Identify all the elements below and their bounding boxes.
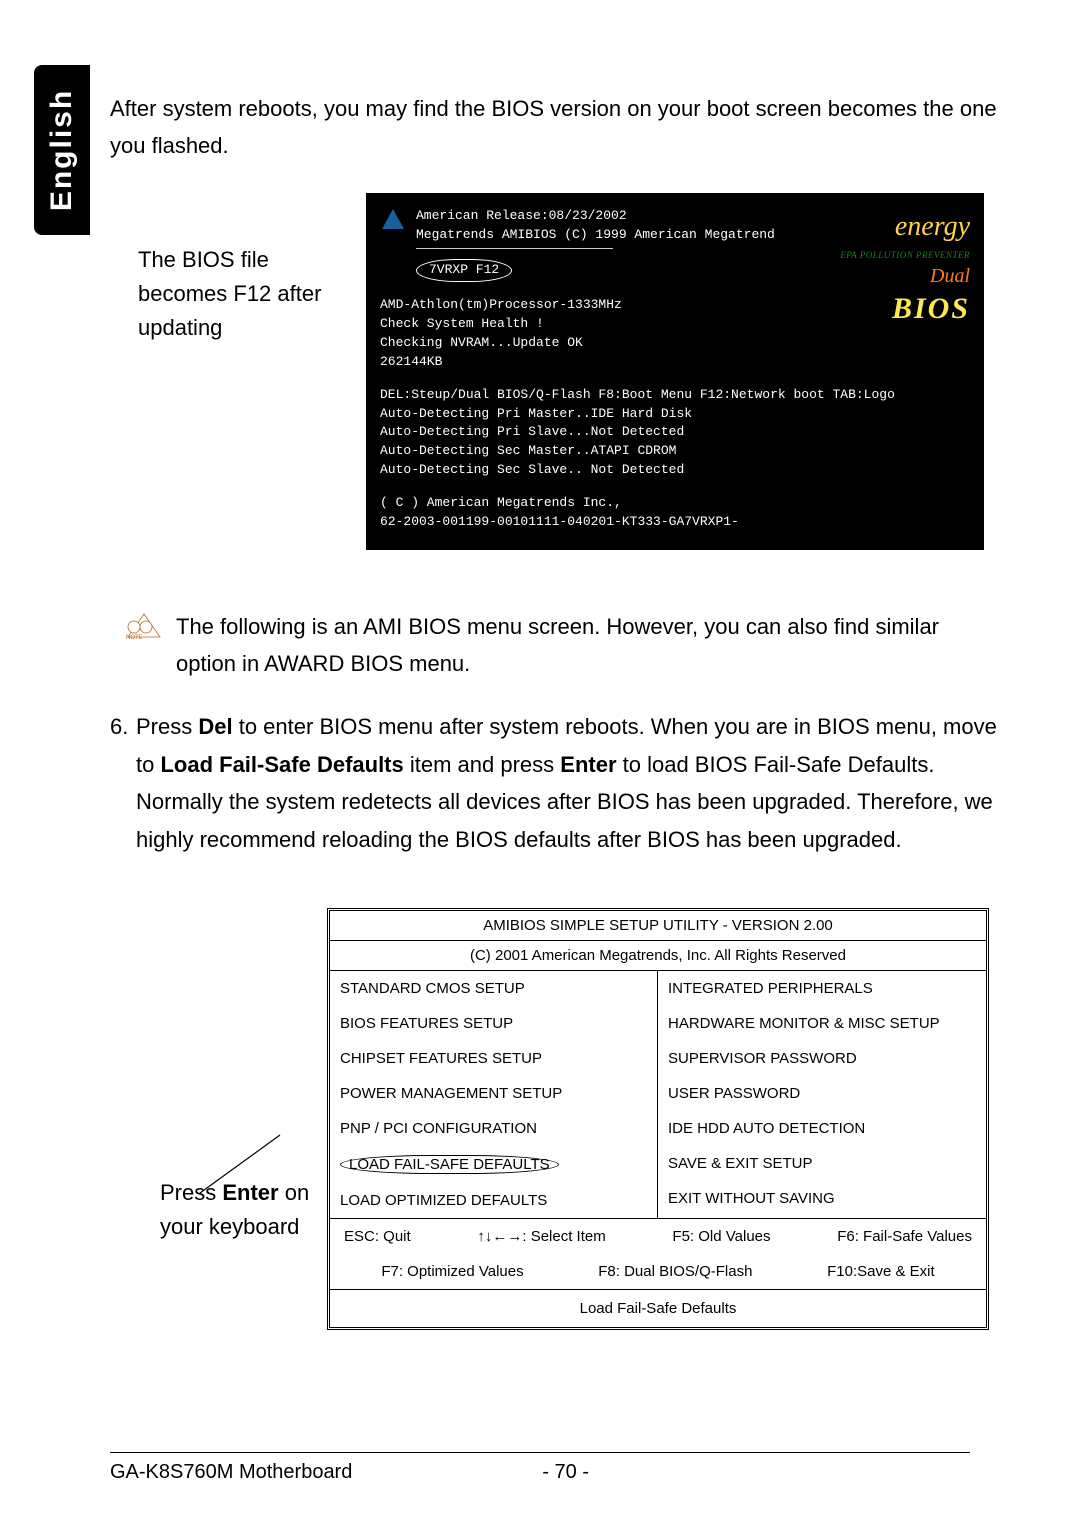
ami-title2: (C) 2001 American Megatrends, Inc. All R…: [330, 941, 986, 971]
boot-del-line: DEL:Steup/Dual BIOS/Q-Flash F8:Boot Menu…: [380, 386, 970, 405]
boot-screen-callout: The BIOS file becomes F12 after updating…: [138, 193, 1020, 550]
menu-item[interactable]: HARDWARE MONITOR & MISC SETUP: [658, 1006, 986, 1041]
press-enter-label: Press Enter on your keyboard: [160, 908, 315, 1244]
boot-det2: Auto-Detecting Pri Slave...Not Detected: [380, 423, 970, 442]
load-failsafe-label: Load Fail-Safe Defaults: [160, 752, 403, 777]
f10-hint: F10:Save & Exit: [827, 1263, 935, 1280]
menu-item[interactable]: POWER MANAGEMENT SETUP: [330, 1076, 657, 1111]
del-key: Del: [198, 714, 232, 739]
page-number: - 70 -: [542, 1461, 589, 1484]
menu-item[interactable]: SUPERVISOR PASSWORD: [658, 1041, 986, 1076]
menu-item[interactable]: BIOS FEATURES SETUP: [330, 1006, 657, 1041]
intro-paragraph: After system reboots, you may find the B…: [110, 90, 1020, 165]
ami-footer: Load Fail-Safe Defaults: [330, 1289, 986, 1327]
page-footer: GA-K8S760M Motherboard - 70 -: [110, 1452, 970, 1484]
menu-item[interactable]: INTEGRATED PERIPHERALS: [658, 971, 986, 1006]
boot-det4: Auto-Detecting Sec Slave.. Not Detected: [380, 461, 970, 480]
boot-mem: 262144KB: [380, 353, 970, 372]
enter-key-label: Enter: [222, 1180, 278, 1205]
menu-item[interactable]: CHIPSET FEATURES SETUP: [330, 1041, 657, 1076]
f8-hint: F8: Dual BIOS/Q-Flash: [598, 1263, 752, 1280]
esc-hint: ESC: Quit: [344, 1228, 411, 1245]
menu-item[interactable]: EXIT WITHOUT SAVING: [658, 1181, 986, 1216]
boot-vendor-line2: Megatrends AMIBIOS (C) 1999 American Meg…: [416, 226, 775, 245]
boot-det1: Auto-Detecting Pri Master..IDE Hard Disk: [380, 405, 970, 424]
menu-item-load-failsafe[interactable]: LOAD FAIL-SAFE DEFAULTS: [330, 1146, 657, 1183]
language-label: English: [45, 89, 79, 211]
ami-key-row1: ESC: Quit ↑↓←→: Select Item F5: Old Valu…: [330, 1218, 986, 1254]
menu-item[interactable]: IDE HDD AUTO DETECTION: [658, 1111, 986, 1146]
boot-screen: American Release:08/23/2002 Megatrends A…: [366, 193, 984, 550]
nav-hint: ↑↓←→: Select Item: [477, 1228, 605, 1245]
bios-menu-block: Press Enter on your keyboard AMIBIOS SIM…: [160, 908, 1020, 1330]
ami-bios-menu: AMIBIOS SIMPLE SETUP UTILITY - VERSION 2…: [327, 908, 989, 1330]
ami-right-col: INTEGRATED PERIPHERALS HARDWARE MONITOR …: [658, 971, 986, 1218]
f5-hint: F5: Old Values: [672, 1228, 770, 1245]
menu-item[interactable]: STANDARD CMOS SETUP: [330, 971, 657, 1006]
f7-hint: F7: Optimized Values: [381, 1263, 523, 1280]
f6-hint: F6: Fail-Safe Values: [837, 1228, 972, 1245]
boot-vendor-line1: American Release:08/23/2002: [416, 207, 775, 226]
step-6-text: Press Del to enter BIOS menu after syste…: [136, 708, 1020, 858]
note-icon: NOTE: [126, 612, 162, 640]
ami-title1: AMIBIOS SIMPLE SETUP UTILITY - VERSION 2…: [330, 911, 986, 941]
step-number: 6.: [110, 708, 136, 858]
boot-copyright: ( C ) American Megatrends Inc.,: [380, 494, 970, 513]
menu-item[interactable]: PNP / PCI CONFIGURATION: [330, 1111, 657, 1146]
ami-left-col: STANDARD CMOS SETUP BIOS FEATURES SETUP …: [330, 971, 658, 1218]
note-paragraph: The following is an AMI BIOS menu screen…: [172, 608, 1020, 683]
enter-key: Enter: [560, 752, 616, 777]
bios-logo: energy EPA POLLUTION PREVENTER Dual BIOS: [840, 207, 970, 331]
ami-logo-icon: [380, 207, 406, 233]
energy-logo-icon: energy: [895, 211, 970, 242]
callout-label: The BIOS file becomes F12 after updating: [138, 193, 348, 345]
boot-nvram: Checking NVRAM...Update OK: [380, 334, 970, 353]
product-name: GA-K8S760M Motherboard: [110, 1461, 352, 1484]
epa-text: EPA POLLUTION PREVENTER: [840, 249, 970, 262]
boot-det3: Auto-Detecting Sec Master..ATAPI CDROM: [380, 442, 970, 461]
menu-item[interactable]: SAVE & EXIT SETUP: [658, 1146, 986, 1181]
boot-version-box: 7VRXP F12: [416, 259, 512, 282]
boot-serial: 62-2003-001199-00101111-040201-KT333-GA7…: [380, 513, 970, 532]
svg-text:NOTE: NOTE: [126, 635, 143, 640]
ami-key-row2: F7: Optimized Values F8: Dual BIOS/Q-Fla…: [330, 1254, 986, 1289]
page-content: After system reboots, you may find the B…: [110, 90, 1020, 1330]
note-block: NOTE The following is an AMI BIOS menu s…: [126, 608, 1020, 683]
menu-item[interactable]: LOAD OPTIMIZED DEFAULTS: [330, 1183, 657, 1218]
menu-item[interactable]: USER PASSWORD: [658, 1076, 986, 1111]
bios-text: BIOS: [840, 287, 970, 331]
language-tab: English: [34, 65, 90, 235]
step-6: 6. Press Del to enter BIOS menu after sy…: [110, 708, 1020, 858]
